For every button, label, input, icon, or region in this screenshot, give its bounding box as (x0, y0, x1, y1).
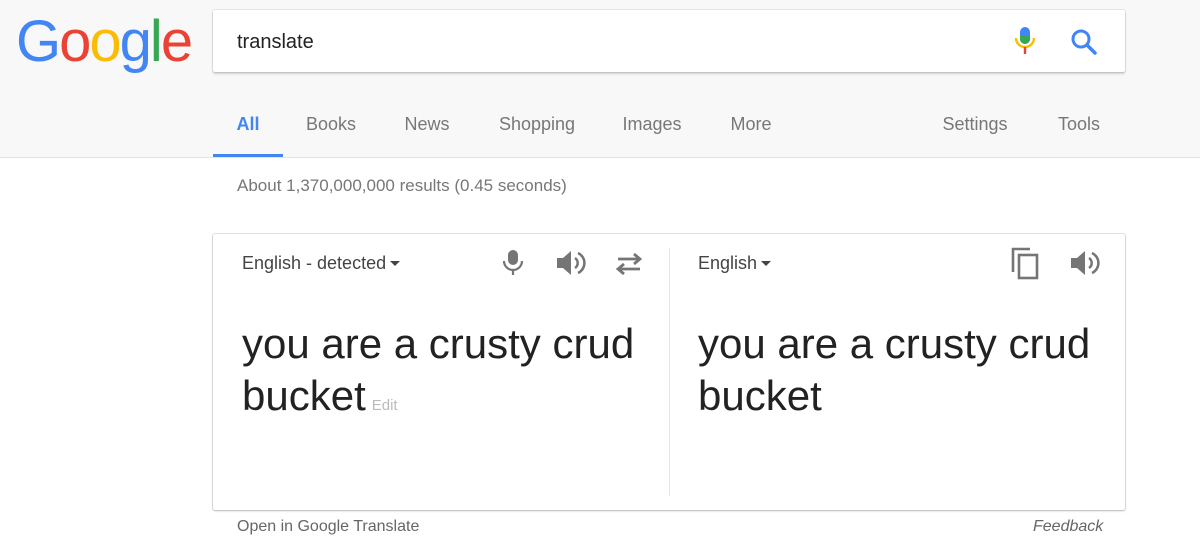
open-in-translate-link[interactable]: Open in Google Translate (237, 518, 419, 536)
tab-all[interactable]: All (213, 100, 283, 157)
tab-shopping[interactable]: Shopping (495, 100, 579, 154)
translated-text: you are a crusty crud bucket (698, 320, 1091, 419)
logo-letter-g: G (16, 9, 61, 74)
chevron-down-icon (390, 261, 401, 266)
copy-icon[interactable] (1010, 246, 1040, 280)
target-language-select[interactable]: English (698, 253, 772, 274)
tab-news[interactable]: News (400, 100, 454, 154)
search-input[interactable] (235, 24, 999, 60)
logo-letter-o1: o (59, 9, 91, 74)
search-icon[interactable] (1069, 27, 1099, 57)
mic-icon[interactable] (502, 248, 524, 278)
tab-books[interactable]: Books (301, 100, 361, 154)
source-text: you are a crusty crud bucket (242, 320, 635, 419)
tab-more[interactable]: More (726, 100, 776, 154)
source-language-label: English - detected (242, 253, 387, 273)
speaker-icon[interactable] (1068, 248, 1102, 278)
tab-settings[interactable]: Settings (939, 100, 1011, 154)
mic-icon[interactable] (1013, 25, 1037, 57)
google-logo[interactable]: Google (16, 6, 193, 78)
feedback-link[interactable]: Feedback (1033, 518, 1103, 536)
source-text-area[interactable]: you are a crusty crud bucket Edit (242, 318, 642, 432)
source-language-select[interactable]: English - detected (242, 253, 401, 274)
speaker-icon[interactable] (554, 248, 588, 278)
tab-tools[interactable]: Tools (1053, 100, 1105, 154)
search-box (213, 10, 1125, 72)
header: Google All Books News Shopping Images Mo… (0, 0, 1200, 158)
target-language-label: English (698, 253, 758, 273)
logo-letter-g2: g (119, 9, 152, 74)
result-stats: About 1,370,000,000 results (0.45 second… (237, 176, 567, 195)
logo-letter-e: e (160, 9, 193, 74)
logo-letter-o2: o (89, 9, 121, 74)
search-tabs: All Books News Shopping Images More Sett… (213, 100, 1125, 157)
translate-card: English - detected you are a crusty crud… (213, 234, 1125, 510)
swap-icon[interactable] (613, 250, 645, 278)
panel-divider (669, 248, 670, 496)
tab-images[interactable]: Images (619, 100, 685, 154)
chevron-down-icon (761, 261, 772, 266)
edit-link[interactable]: Edit (372, 397, 398, 414)
logo-letter-l: l (149, 9, 163, 74)
